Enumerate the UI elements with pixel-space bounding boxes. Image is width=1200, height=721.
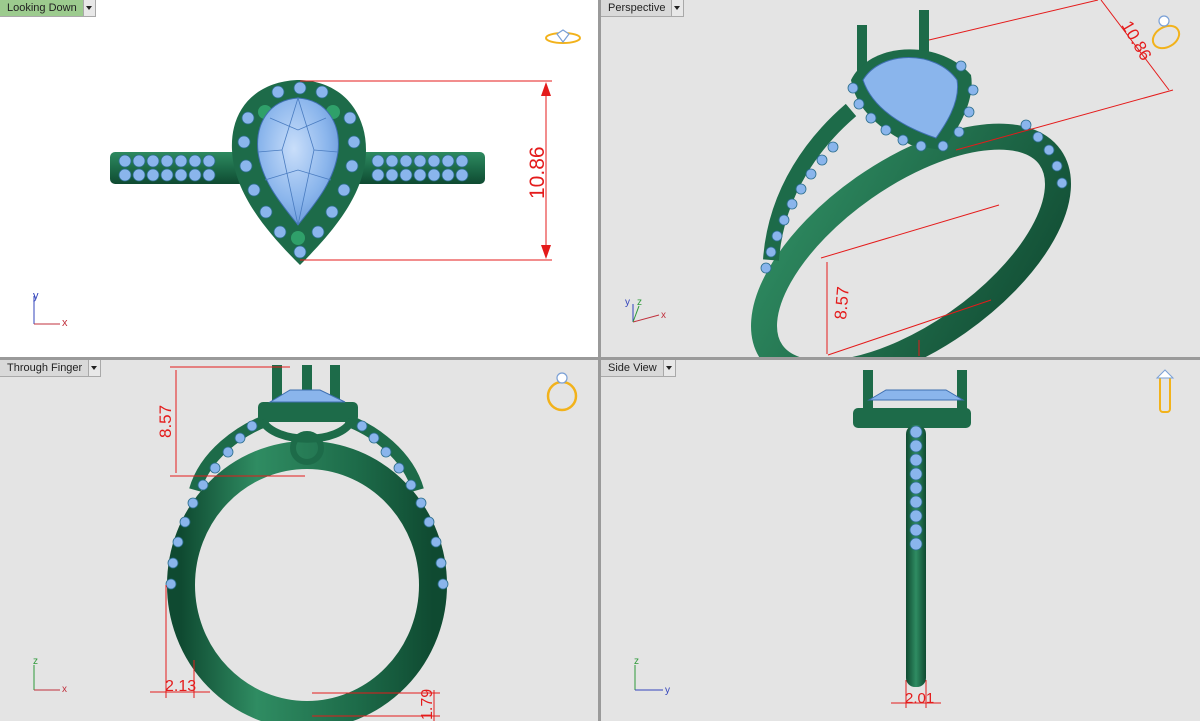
viewport-title: Looking Down	[0, 0, 84, 17]
viewport-through-finger[interactable]: Through Finger 8.57 2.13 1.79 z x	[0, 360, 598, 721]
ring-nav-icon[interactable]	[1149, 15, 1183, 53]
ring-nav-icon[interactable]	[546, 372, 578, 412]
axis-indicator	[634, 665, 663, 691]
viewport-looking-down[interactable]: Looking Down 10.86 y x	[0, 0, 598, 357]
ring-side-view	[853, 370, 971, 687]
viewport-title: Side View	[601, 360, 664, 377]
ring-nav-icon[interactable]	[545, 29, 581, 44]
ring-nav-icon[interactable]	[1155, 369, 1175, 413]
viewport-title: Through Finger	[0, 360, 90, 377]
dimension-label-a: 8.57	[156, 405, 175, 438]
viewport-menu-dropdown[interactable]	[663, 360, 676, 377]
viewport-tab-looking-down[interactable]: Looking Down	[0, 0, 96, 17]
axis-y-label: y	[625, 297, 630, 308]
viewport-title: Perspective	[601, 0, 673, 17]
viewport-tab-side-view[interactable]: Side View	[601, 360, 676, 377]
viewport-side-view[interactable]: Side View 2.01 z y	[601, 360, 1200, 721]
axis-x-label: x	[62, 684, 67, 695]
dimension-label: 10.86	[526, 146, 549, 199]
dimension-label-b: 8.57	[831, 286, 853, 321]
axis-indicator	[33, 665, 60, 691]
dimension-8-57[interactable]	[820, 204, 1000, 356]
axis-x-label: x	[661, 310, 666, 321]
axis-y-label: y	[665, 685, 670, 696]
axis-z-label: z	[637, 297, 642, 308]
viewport-perspective[interactable]: Perspective 10.86 8.57 y z x	[601, 0, 1200, 357]
axis-z-label: z	[33, 656, 38, 667]
viewport-menu-dropdown[interactable]	[89, 360, 102, 377]
dimension-label-b: 2.13	[165, 678, 196, 695]
ring-perspective-view	[751, 10, 1071, 357]
dimension-label-a: 10.86	[1118, 18, 1156, 64]
viewport-tab-perspective[interactable]: Perspective	[601, 0, 685, 17]
dimension-label-c: 1.79	[419, 689, 436, 720]
viewport-tab-through-finger[interactable]: Through Finger	[0, 360, 102, 377]
axis-z-label: z	[634, 656, 639, 667]
ring-front-view	[165, 365, 449, 721]
axis-x-label: x	[62, 317, 68, 329]
axis-y-label: y	[33, 290, 39, 302]
dimension-label: 2.01	[905, 690, 934, 707]
viewport-menu-dropdown[interactable]	[672, 0, 685, 17]
ring-top-view	[110, 80, 485, 265]
viewport-menu-dropdown[interactable]	[83, 0, 96, 17]
